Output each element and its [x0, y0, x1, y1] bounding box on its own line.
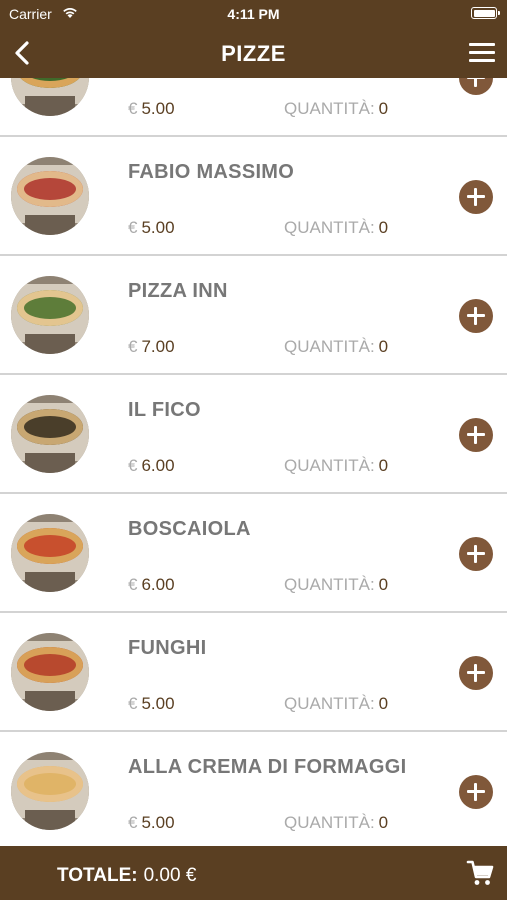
quantity-value: 0: [378, 575, 389, 594]
add-button[interactable]: [459, 656, 493, 690]
quantity-value: 0: [378, 99, 389, 118]
quantity-label: QUANTITÀ:: [284, 694, 375, 713]
item-name: BOSCAIOLA: [128, 518, 251, 540]
total-value: 0.00 €: [143, 865, 197, 886]
price-value: 6.00: [141, 456, 175, 475]
list-item[interactable]: ALLA CREMA DI FORMAGGI €5.00 QUANTITÀ: 0: [0, 732, 507, 846]
shopping-cart-icon[interactable]: [465, 858, 495, 888]
pizza-thumbnail: [11, 78, 89, 116]
status-time: 4:11 PM: [227, 6, 280, 22]
pizza-list[interactable]: ESTIVA €5.00 QUANTITÀ:0 FABIO MASSIMO €5…: [0, 78, 507, 846]
item-name: PIZZA INN: [128, 280, 228, 302]
quantity-value: 0: [378, 456, 389, 475]
total-label: TOTALE:: [57, 865, 138, 886]
add-button[interactable]: [459, 418, 493, 452]
list-item[interactable]: BOSCAIOLA €6.00 QUANTITÀ: 0: [0, 494, 507, 613]
pizza-thumbnail: [11, 395, 89, 473]
item-name: FUNGHI: [128, 637, 207, 659]
currency-symbol: €: [128, 218, 138, 237]
currency-symbol: €: [128, 694, 138, 713]
price-value: 5.00: [141, 813, 175, 832]
item-quantity: QUANTITÀ: 0: [284, 813, 388, 833]
quantity-label: QUANTITÀ:: [284, 456, 375, 475]
list-item[interactable]: IL FICO €6.00 QUANTITÀ: 0: [0, 375, 507, 494]
item-price: €6.00: [128, 456, 175, 476]
item-quantity: QUANTITÀ: 0: [284, 99, 388, 119]
add-button[interactable]: [459, 775, 493, 809]
list-item[interactable]: ESTIVA €5.00 QUANTITÀ:0: [0, 78, 507, 137]
item-price: €5.00: [128, 694, 175, 714]
price-value: 5.00: [141, 99, 175, 118]
item-price: €6.00: [128, 575, 175, 595]
add-button[interactable]: [459, 78, 493, 95]
price-value: 5.00: [141, 218, 175, 237]
add-button[interactable]: [459, 180, 493, 214]
list-item[interactable]: PIZZA INN €7.00 QUANTITÀ: 0: [0, 256, 507, 375]
pizza-thumbnail: [11, 633, 89, 711]
item-quantity: QUANTITÀ: 0: [284, 694, 388, 714]
item-price: €5.00: [128, 99, 175, 119]
item-price: €5.00: [128, 813, 175, 833]
total-summary: TOTALE: 0.00 €: [57, 865, 196, 887]
pizza-thumbnail: [11, 514, 89, 592]
price-value: 6.00: [141, 575, 175, 594]
item-name: ALLA CREMA DI FORMAGGI: [128, 756, 407, 778]
item-quantity: QUANTITÀ: 0: [284, 575, 388, 595]
quantity-value: 0: [378, 218, 389, 237]
item-quantity: QUANTITÀ: 0: [284, 218, 388, 238]
currency-symbol: €: [128, 575, 138, 594]
quantity-label: QUANTITÀ:: [284, 337, 375, 356]
list-item[interactable]: FUNGHI €5.00 QUANTITÀ: 0: [0, 613, 507, 732]
add-button[interactable]: [459, 299, 493, 333]
item-name: IL FICO: [128, 399, 201, 421]
status-bar: Carrier 4:11 PM: [0, 0, 507, 28]
page-title: PIZZE: [221, 41, 286, 66]
list-item[interactable]: FABIO MASSIMO €5.00 QUANTITÀ: 0: [0, 137, 507, 256]
currency-symbol: €: [128, 813, 138, 832]
item-price: €7.00: [128, 337, 175, 357]
nav-bar: PIZZE: [0, 28, 507, 78]
quantity-label: QUANTITÀ:: [284, 813, 375, 832]
quantity-value: 0: [378, 337, 389, 356]
currency-symbol: €: [128, 456, 138, 475]
pizza-thumbnail: [11, 752, 89, 830]
currency-symbol: €: [128, 99, 138, 118]
quantity-label: QUANTITÀ:: [284, 99, 375, 118]
battery-icon: [471, 7, 500, 19]
quantity-label: QUANTITÀ:: [284, 575, 375, 594]
add-button[interactable]: [459, 537, 493, 571]
price-value: 7.00: [141, 337, 175, 356]
quantity-value: 0: [378, 813, 389, 832]
quantity-label: QUANTITÀ:: [284, 218, 375, 237]
pizza-thumbnail: [11, 276, 89, 354]
item-quantity: QUANTITÀ: 0: [284, 456, 388, 476]
item-quantity: QUANTITÀ: 0: [284, 337, 388, 357]
item-price: €5.00: [128, 218, 175, 238]
quantity-value: 0: [378, 694, 389, 713]
footer-bar: TOTALE: 0.00 €: [0, 846, 507, 900]
hamburger-menu-icon[interactable]: [467, 40, 497, 66]
price-value: 5.00: [141, 694, 175, 713]
item-name: FABIO MASSIMO: [128, 161, 295, 183]
pizza-thumbnail: [11, 157, 89, 235]
currency-symbol: €: [128, 337, 138, 356]
